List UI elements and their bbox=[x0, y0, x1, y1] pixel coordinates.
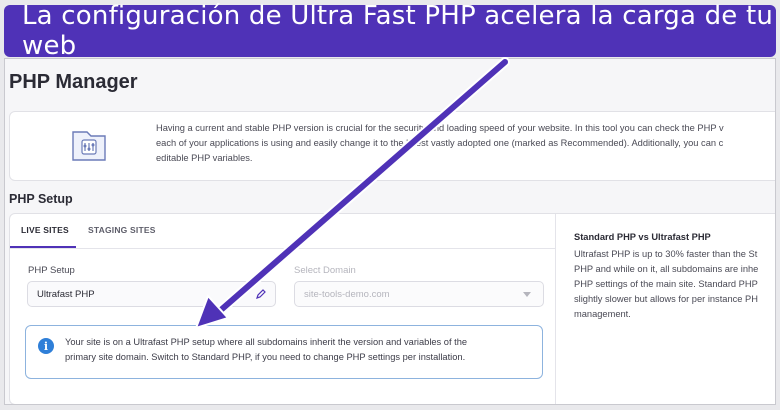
screenshot-frame: La configuración de Ultra Fast PHP acele… bbox=[0, 0, 780, 410]
settings-document-icon bbox=[72, 131, 106, 161]
php-setup-label: PHP Setup bbox=[28, 265, 75, 276]
pencil-icon[interactable] bbox=[255, 288, 267, 300]
info-notice: i Your site is on a Ultrafast PHP setup … bbox=[25, 325, 543, 379]
intro-line: Having a current and stable PHP version … bbox=[156, 123, 724, 133]
intro-card: Having a current and stable PHP version … bbox=[9, 111, 775, 181]
caption-banner: La configuración de Ultra Fast PHP acele… bbox=[4, 1, 776, 61]
active-tab-indicator bbox=[10, 246, 76, 248]
column-divider bbox=[555, 214, 556, 404]
side-info-line: PHP settings of the main site. Standard … bbox=[574, 279, 758, 289]
php-setup-value: Ultrafast PHP bbox=[37, 288, 95, 300]
intro-text: Having a current and stable PHP version … bbox=[156, 121, 775, 166]
domain-select[interactable]: site-tools-demo.com bbox=[294, 281, 544, 307]
notice-text: Your site is on a Ultrafast PHP setup wh… bbox=[65, 335, 535, 365]
chevron-down-icon bbox=[523, 292, 531, 297]
tab-staging-sites[interactable]: STAGING SITES bbox=[88, 225, 156, 235]
info-icon: i bbox=[38, 338, 54, 354]
side-info-line: slightly slower but allows for per insta… bbox=[574, 294, 758, 304]
side-info-text: Ultrafast PHP is up to 30% faster than t… bbox=[574, 247, 775, 322]
tab-live-sites[interactable]: LIVE SITES bbox=[21, 225, 69, 235]
domain-value: site-tools-demo.com bbox=[304, 288, 390, 300]
intro-line: editable PHP variables. bbox=[156, 153, 253, 163]
intro-line: each of your applications is using and e… bbox=[156, 138, 724, 148]
side-info-title: Standard PHP vs Ultrafast PHP bbox=[574, 232, 711, 242]
php-setup-card: LIVE SITES STAGING SITES PHP Setup Ultra… bbox=[9, 213, 775, 404]
php-setup-select[interactable]: Ultrafast PHP bbox=[27, 281, 276, 307]
php-manager-panel: PHP Manager Having a current and stable … bbox=[4, 58, 776, 405]
side-info-line: management. bbox=[574, 309, 631, 319]
notice-line: Your site is on a Ultrafast PHP setup wh… bbox=[65, 337, 468, 347]
side-info-line: PHP and while on it, all subdomains are … bbox=[574, 264, 759, 274]
select-domain-label: Select Domain bbox=[294, 265, 356, 276]
section-title: PHP Setup bbox=[9, 192, 73, 206]
notice-line: primary site domain. Switch to Standard … bbox=[65, 352, 466, 362]
side-info-line: Ultrafast PHP is up to 30% faster than t… bbox=[574, 249, 758, 259]
page-title: PHP Manager bbox=[9, 71, 138, 93]
tab-bar: LIVE SITES STAGING SITES bbox=[10, 214, 555, 249]
caption-text: La configuración de Ultra Fast PHP acele… bbox=[22, 1, 774, 61]
